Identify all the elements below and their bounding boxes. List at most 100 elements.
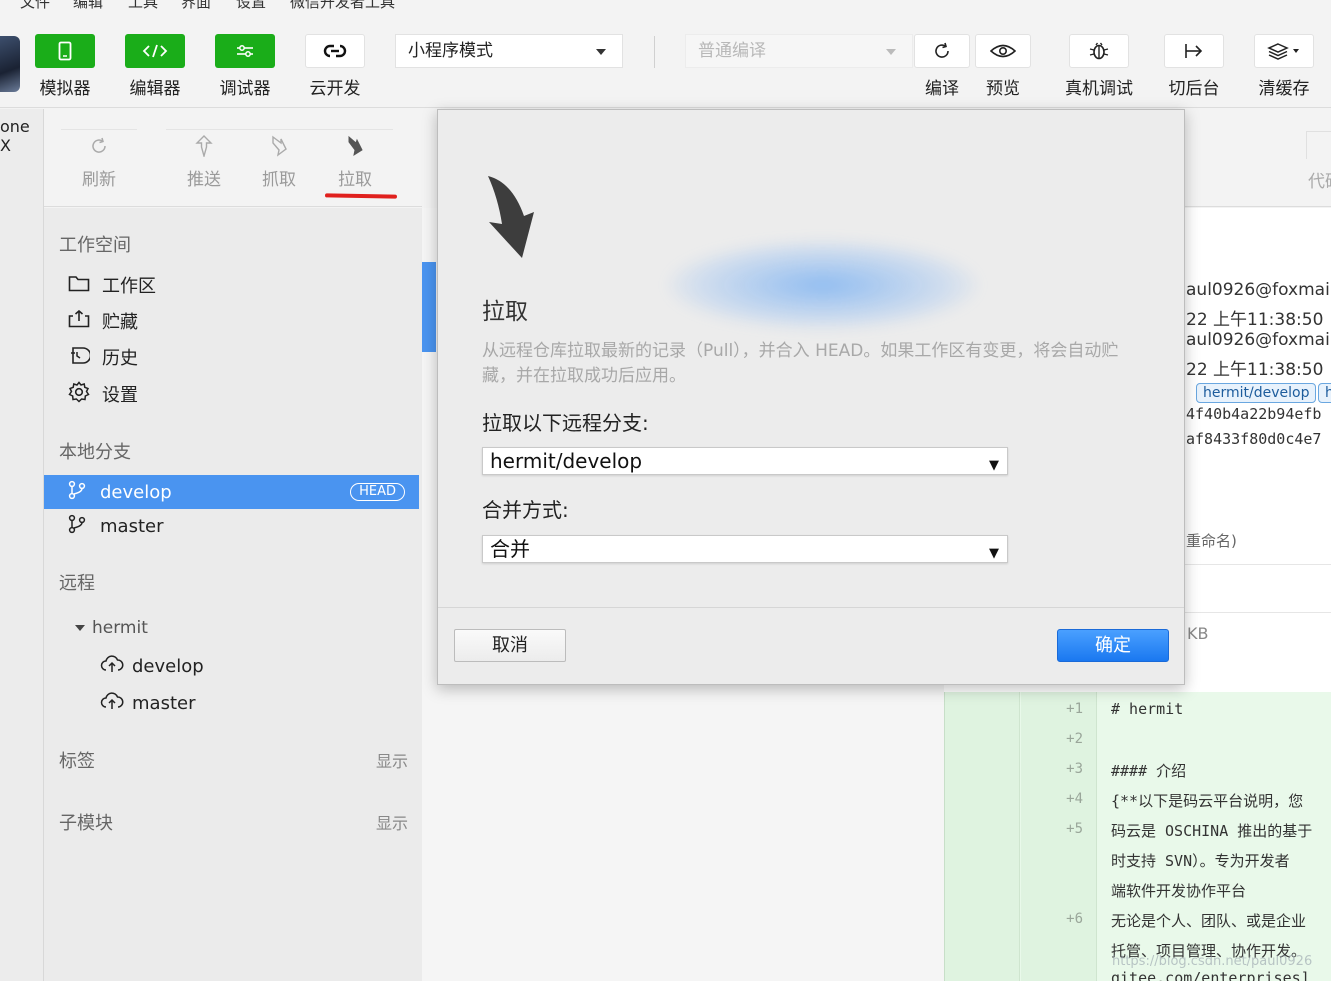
chevron-down-icon bbox=[886, 49, 896, 55]
code-line: #### 介绍 bbox=[1111, 762, 1187, 780]
background-label: 切后台 bbox=[1168, 79, 1220, 99]
compile-label: 编译 bbox=[925, 79, 959, 99]
sidebar-item-stash[interactable]: 贮藏 bbox=[68, 306, 138, 336]
commit-hash: 4f40b4a22b94efb bbox=[1186, 405, 1322, 423]
detail-header: 代码 bbox=[1184, 109, 1331, 207]
debugger-button[interactable]: 调试器 bbox=[210, 34, 280, 99]
history-icon bbox=[68, 345, 92, 370]
refresh-label: 刷新 bbox=[82, 170, 116, 190]
head-badge: HEAD bbox=[350, 483, 405, 501]
local-branch-develop[interactable]: develop HEAD bbox=[44, 475, 419, 509]
menu-tools[interactable]: 工具 bbox=[128, 0, 158, 12]
fetch-label: 抓取 bbox=[262, 170, 296, 190]
diff-gutter-old bbox=[945, 692, 1020, 981]
stash-icon bbox=[68, 309, 90, 333]
remote-title: 远程 bbox=[59, 573, 95, 594]
parent-hash: af8433f80d0c4e7 bbox=[1186, 430, 1322, 448]
remote-hermit[interactable]: hermit bbox=[74, 613, 148, 643]
simulator-panel: one X bbox=[0, 109, 44, 981]
local-branch-master[interactable]: master bbox=[44, 509, 419, 543]
pull-arrow-icon bbox=[317, 129, 393, 161]
sidebar-item-label: 历史 bbox=[102, 348, 138, 369]
merge-mode-value: 合并 bbox=[490, 537, 530, 561]
preview-button[interactable]: 预览 bbox=[973, 34, 1033, 99]
workspace-title: 工作空间 bbox=[59, 235, 131, 256]
cloud-branch-icon bbox=[100, 691, 124, 715]
code-line: 端软件开发协作平台 bbox=[1111, 882, 1247, 900]
branch-tag-extra: h bbox=[1318, 383, 1331, 403]
pull-label: 拉取 bbox=[338, 170, 372, 190]
remote-debug-button[interactable]: 真机调试 bbox=[1060, 34, 1138, 99]
remote-branch-label: 拉取以下远程分支: bbox=[482, 411, 649, 435]
mode-select[interactable]: 小程序模式 bbox=[395, 34, 623, 68]
main-toolbar: 模拟器 编辑器 调试器 云开发 小程序模式 普通编译 编译 预览 真机调试 切后… bbox=[0, 14, 1331, 108]
sidebar-item-settings[interactable]: 设置 bbox=[68, 379, 138, 409]
branch-icon bbox=[68, 514, 86, 539]
code-line: 码云是 OSCHINA 推出的基于 bbox=[1111, 822, 1313, 840]
code-tab-label[interactable]: 代码 bbox=[1308, 167, 1331, 192]
remote-branch-master[interactable]: master bbox=[100, 688, 195, 718]
avatar[interactable] bbox=[0, 36, 20, 92]
editor-button[interactable]: 编辑器 bbox=[120, 34, 190, 99]
glow-decoration bbox=[668, 240, 978, 330]
menu-view[interactable]: 界面 bbox=[181, 0, 211, 12]
eye-icon bbox=[975, 34, 1031, 68]
compile-select-value: 普通编译 bbox=[698, 41, 766, 61]
cloud-link-icon bbox=[305, 34, 365, 68]
cloud-dev-button[interactable]: 云开发 bbox=[300, 34, 370, 99]
confirm-button[interactable]: 确定 bbox=[1057, 629, 1169, 662]
simulator-button[interactable]: 模拟器 bbox=[30, 34, 100, 99]
pull-button[interactable]: 拉取 bbox=[317, 129, 393, 190]
refresh-button[interactable]: 刷新 bbox=[61, 129, 137, 190]
fetch-button[interactable]: 抓取 bbox=[241, 129, 317, 190]
remote-branch-develop[interactable]: develop bbox=[100, 651, 204, 681]
clear-cache-button[interactable]: 清缓存 bbox=[1248, 34, 1320, 99]
menu-bar: 文件 编辑 工具 界面 设置 微信开发者工具 bbox=[0, 0, 1331, 14]
remote-branch-name: master bbox=[132, 692, 196, 714]
menu-settings[interactable]: 设置 bbox=[236, 0, 266, 12]
merge-mode-select[interactable]: 合并 ▼ bbox=[482, 535, 1008, 563]
compile-button[interactable]: 编译 bbox=[912, 34, 972, 99]
layers-icon bbox=[1254, 34, 1314, 68]
push-button[interactable]: 推送 bbox=[166, 129, 242, 190]
preview-label: 预览 bbox=[986, 79, 1020, 99]
sliders-icon bbox=[215, 34, 275, 68]
sidebar-item-label: 贮藏 bbox=[102, 312, 138, 333]
push-label: 推送 bbox=[187, 170, 221, 190]
dropdown-arrow-icon: ▼ bbox=[989, 546, 999, 561]
menu-devtools[interactable]: 微信开发者工具 bbox=[290, 0, 395, 12]
sidebar-item-label: 设置 bbox=[102, 385, 138, 406]
dialog-description: 从远程仓库拉取最新的记录（Pull），并合入 HEAD。如果工作区有变更，将会自… bbox=[482, 341, 1119, 386]
merge-mode-label: 合并方式: bbox=[482, 498, 569, 522]
tags-title: 标签 bbox=[59, 751, 95, 772]
remote-branch-select[interactable]: hermit/develop ▼ bbox=[482, 447, 1008, 475]
cancel-button[interactable]: 取消 bbox=[454, 629, 566, 662]
bug-icon bbox=[1069, 34, 1129, 68]
branch-icon bbox=[68, 480, 86, 505]
annotation-underline bbox=[324, 193, 398, 199]
remote-name: hermit bbox=[92, 618, 148, 638]
divider bbox=[1184, 564, 1331, 565]
menu-edit[interactable]: 编辑 bbox=[73, 0, 103, 12]
line-number: +1 bbox=[1066, 701, 1083, 717]
tags-show-link[interactable]: 显示 bbox=[376, 748, 408, 772]
sidebar-item-workarea[interactable]: 工作区 bbox=[68, 270, 156, 300]
sidebar-item-history[interactable]: 历史 bbox=[68, 342, 138, 372]
device-label: one X bbox=[0, 117, 30, 155]
code-tab-icon bbox=[1306, 131, 1331, 159]
background-button[interactable]: 切后台 bbox=[1158, 34, 1230, 99]
editor-label: 编辑器 bbox=[129, 79, 181, 99]
menu-file[interactable]: 文件 bbox=[20, 0, 50, 12]
code-line: 无论是个人、团队、或是企业 bbox=[1111, 912, 1307, 930]
code-line: {**以下是码云平台说明，您 bbox=[1111, 792, 1304, 810]
compile-select[interactable]: 普通编译 bbox=[685, 34, 913, 68]
exit-icon bbox=[1164, 34, 1224, 68]
line-number: +5 bbox=[1066, 821, 1083, 837]
phone-icon bbox=[35, 34, 95, 68]
commit-detail-panel: aul0926@foxmail.c 22 上午11:38:50 aul0926@… bbox=[1184, 208, 1331, 613]
submodules-show-link[interactable]: 显示 bbox=[376, 810, 408, 834]
push-arrow-icon bbox=[166, 129, 242, 161]
commit-author: aul0926@foxmail.c bbox=[1186, 280, 1331, 300]
line-number: +3 bbox=[1066, 761, 1083, 777]
toolbar-divider bbox=[654, 36, 655, 68]
